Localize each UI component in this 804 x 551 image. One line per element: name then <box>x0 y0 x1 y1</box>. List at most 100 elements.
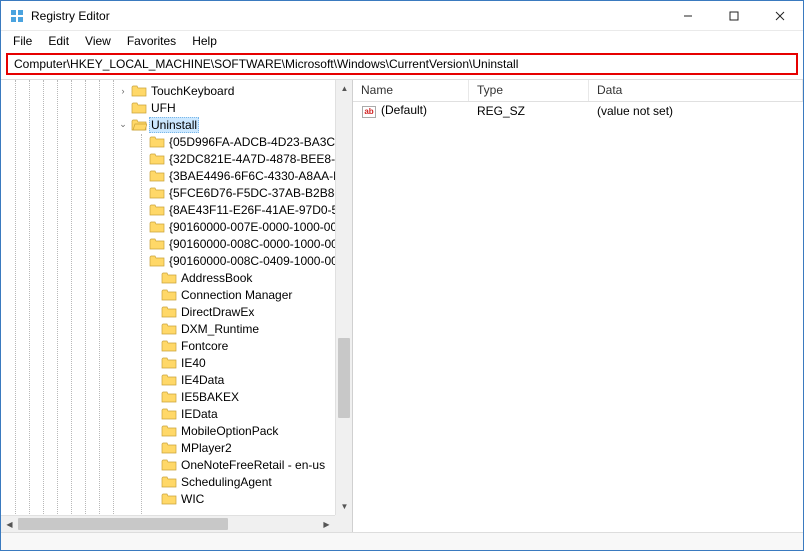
tree-item--3bae4496-6f6c-4330-a8aa[interactable]: {3BAE4496-6F6C-4330-A8AA-B93D <box>1 167 352 184</box>
folder-icon <box>161 305 177 319</box>
tree-item--90160000-008c-0409-1000[interactable]: {90160000-008C-0409-1000-000000 <box>1 252 352 269</box>
folder-open-icon <box>131 118 147 132</box>
tree-item--5fce6d76-f5dc-37ab-b2b8[interactable]: {5FCE6D76-F5DC-37AB-B2B8-22A <box>1 184 352 201</box>
tree-item-wic[interactable]: WIC <box>1 490 352 507</box>
menu-view[interactable]: View <box>77 33 119 49</box>
folder-icon <box>161 373 177 387</box>
folder-icon <box>161 458 177 472</box>
tree-item-connection-manager[interactable]: Connection Manager <box>1 286 352 303</box>
chevron-right-icon[interactable]: › <box>117 86 129 96</box>
tree-item-label: AddressBook <box>181 271 252 285</box>
tree-item-iedata[interactable]: IEData <box>1 405 352 422</box>
menu-help[interactable]: Help <box>184 33 225 49</box>
tree-scrollbar-horizontal[interactable]: ◀ ▶ <box>1 515 335 532</box>
tree-item-label: {90160000-008C-0409-1000-000000 <box>169 254 352 268</box>
registry-icon <box>9 8 25 24</box>
scroll-right-icon[interactable]: ▶ <box>318 516 335 532</box>
tree-item-label: UFH <box>151 101 176 115</box>
folder-icon <box>149 186 165 200</box>
tree-item--05d996fa-adcb-4d23-ba3c[interactable]: {05D996FA-ADCB-4D23-BA3C-A7( <box>1 133 352 150</box>
tree-item--90160000-007e-0000-1000[interactable]: {90160000-007E-0000-1000-000000 <box>1 218 352 235</box>
minimize-button[interactable] <box>665 1 711 31</box>
scroll-thumb[interactable] <box>338 338 350 418</box>
tree-item-label: Fontcore <box>181 339 228 353</box>
tree-item-label: DirectDrawEx <box>181 305 254 319</box>
value-name: ab (Default) <box>353 103 469 119</box>
maximize-button[interactable] <box>711 1 757 31</box>
tree-scrollbar-vertical[interactable]: ▲ ▼ <box>335 80 352 515</box>
tree-item-schedulingagent[interactable]: SchedulingAgent <box>1 473 352 490</box>
tree-item-label: MobileOptionPack <box>181 424 278 438</box>
folder-icon <box>161 356 177 370</box>
tree-item-ufh[interactable]: UFH <box>1 99 352 116</box>
tree-item-label: {5FCE6D76-F5DC-37AB-B2B8-22A <box>169 186 352 200</box>
tree-item-label: OneNoteFreeRetail - en-us <box>181 458 325 472</box>
address-bar[interactable] <box>6 53 798 75</box>
tree-item-ie4data[interactable]: IE4Data <box>1 371 352 388</box>
tree-item-label: {90160000-007E-0000-1000-000000 <box>169 220 352 234</box>
tree-item-label: {05D996FA-ADCB-4D23-BA3C-A7( <box>169 135 352 149</box>
string-value-icon: ab <box>361 105 377 119</box>
folder-icon <box>149 152 165 166</box>
folder-icon <box>161 441 177 455</box>
folder-icon <box>149 169 165 183</box>
tree-item-uninstall[interactable]: ⌄ Uninstall <box>1 116 352 133</box>
folder-icon <box>161 475 177 489</box>
close-button[interactable] <box>757 1 803 31</box>
tree-item--8ae43f11-e26f-41ae-97d0[interactable]: {8AE43F11-E26F-41AE-97D0-51396 <box>1 201 352 218</box>
statusbar <box>1 532 803 550</box>
scroll-thumb[interactable] <box>18 518 228 530</box>
titlebar: Registry Editor <box>1 1 803 31</box>
tree-item-mobileoptionpack[interactable]: MobileOptionPack <box>1 422 352 439</box>
tree-item-label: IEData <box>181 407 218 421</box>
folder-icon <box>161 424 177 438</box>
tree-item-label: Connection Manager <box>181 288 292 302</box>
menubar: File Edit View Favorites Help <box>1 31 803 51</box>
tree-item-label: IE4Data <box>181 373 224 387</box>
tree-item-label: DXM_Runtime <box>181 322 259 336</box>
folder-icon <box>131 101 147 115</box>
tree-item-label: IE40 <box>181 356 206 370</box>
scroll-left-icon[interactable]: ◀ <box>1 516 18 532</box>
chevron-down-icon[interactable]: ⌄ <box>117 119 129 130</box>
tree-item-directdrawex[interactable]: DirectDrawEx <box>1 303 352 320</box>
tree-item-dxm-runtime[interactable]: DXM_Runtime <box>1 320 352 337</box>
column-data[interactable]: Data <box>589 80 803 101</box>
folder-icon <box>161 271 177 285</box>
folder-icon <box>161 339 177 353</box>
value-row[interactable]: ab(Default)REG_SZ(value not set) <box>353 102 803 120</box>
tree-item-label: SchedulingAgent <box>181 475 272 489</box>
values-header: Name Type Data <box>353 80 803 102</box>
values-pane[interactable]: Name Type Data ab(Default)REG_SZ(value n… <box>353 80 803 532</box>
menu-file[interactable]: File <box>5 33 40 49</box>
scroll-up-icon[interactable]: ▲ <box>336 80 353 97</box>
menu-edit[interactable]: Edit <box>40 33 77 49</box>
column-name[interactable]: Name <box>353 80 469 101</box>
tree-item-touchkeyboard[interactable]: › TouchKeyboard <box>1 82 352 99</box>
tree-item-addressbook[interactable]: AddressBook <box>1 269 352 286</box>
tree-item-mplayer2[interactable]: MPlayer2 <box>1 439 352 456</box>
tree-item-ie40[interactable]: IE40 <box>1 354 352 371</box>
tree-item--32dc821e-4a7d-4878-bee8[interactable]: {32DC821E-4A7D-4878-BEE8-337F. <box>1 150 352 167</box>
content-panes: › TouchKeyboard UFH⌄ Uninstall {05D996FA… <box>1 79 803 532</box>
column-type[interactable]: Type <box>469 80 589 101</box>
tree-item--90160000-008c-0000-1000[interactable]: {90160000-008C-0000-1000-000000 <box>1 235 352 252</box>
tree-pane[interactable]: › TouchKeyboard UFH⌄ Uninstall {05D996FA… <box>1 80 353 532</box>
address-input[interactable] <box>12 56 792 72</box>
tree-item-onenotefreeretail-en-us[interactable]: OneNoteFreeRetail - en-us <box>1 456 352 473</box>
menu-favorites[interactable]: Favorites <box>119 33 184 49</box>
folder-icon <box>131 84 147 98</box>
folder-icon <box>149 254 165 268</box>
folder-icon <box>149 135 165 149</box>
tree-item-ie5bakex[interactable]: IE5BAKEX <box>1 388 352 405</box>
folder-icon <box>161 407 177 421</box>
scroll-corner <box>335 515 352 532</box>
tree-item-label: Uninstall <box>149 117 199 133</box>
tree-item-label: WIC <box>181 492 204 506</box>
folder-icon <box>161 288 177 302</box>
tree-item-fontcore[interactable]: Fontcore <box>1 337 352 354</box>
tree-item-label: TouchKeyboard <box>151 84 234 98</box>
value-name-text: (Default) <box>381 103 427 117</box>
scroll-down-icon[interactable]: ▼ <box>336 498 353 515</box>
value-type: REG_SZ <box>469 104 589 118</box>
